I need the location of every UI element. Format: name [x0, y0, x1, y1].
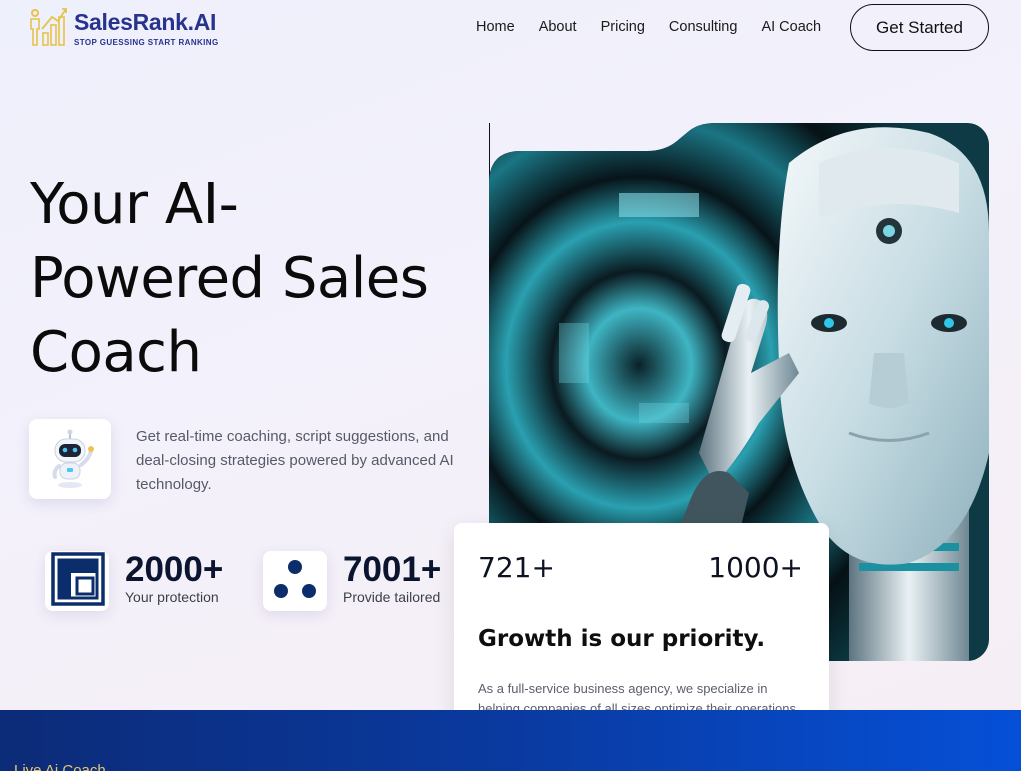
- footer-band: Live Ai Coach: [0, 710, 1021, 771]
- card-stat-right: 1000+: [708, 551, 803, 584]
- nav-home[interactable]: Home: [476, 18, 515, 36]
- card-title: Growth is our priority.: [478, 626, 766, 652]
- stat-value: 2000+: [125, 550, 224, 589]
- nav-consulting[interactable]: Consulting: [669, 18, 738, 36]
- layout-icon: [45, 551, 109, 611]
- stat-label: Your protection: [125, 589, 219, 605]
- stat-value: 7001+: [343, 550, 442, 589]
- brand-tagline: STOP GUESSING START RANKING: [74, 38, 219, 47]
- card-stat-left: 721+: [478, 551, 555, 584]
- dots-icon: [263, 551, 327, 611]
- stat-protection: 2000+ Your protection: [45, 551, 223, 611]
- main-nav: Home About Pricing Consulting AI Coach: [476, 18, 821, 36]
- nav-pricing[interactable]: Pricing: [601, 18, 645, 36]
- nav-about[interactable]: About: [539, 18, 577, 36]
- robot-avatar-card: [29, 419, 111, 499]
- hero-description: Get real-time coaching, script suggestio…: [136, 428, 454, 493]
- live-ai-coach-link[interactable]: Live Ai Coach: [14, 762, 106, 771]
- robot-mascot-icon: [52, 429, 94, 488]
- nav-ai-coach[interactable]: AI Coach: [761, 18, 821, 36]
- hero-title: Your AI-Powered Sales Coach: [30, 172, 429, 385]
- get-started-button[interactable]: Get Started: [850, 4, 989, 51]
- logo-growth-icon: [28, 7, 70, 49]
- stat-tailored: 7001+ Provide tailored: [263, 551, 441, 611]
- brand-logo[interactable]: SalesRank.AI STOP GUESSING START RANKING: [28, 7, 219, 49]
- brand-name: SalesRank.AI: [74, 9, 217, 35]
- stat-label: Provide tailored: [343, 589, 441, 605]
